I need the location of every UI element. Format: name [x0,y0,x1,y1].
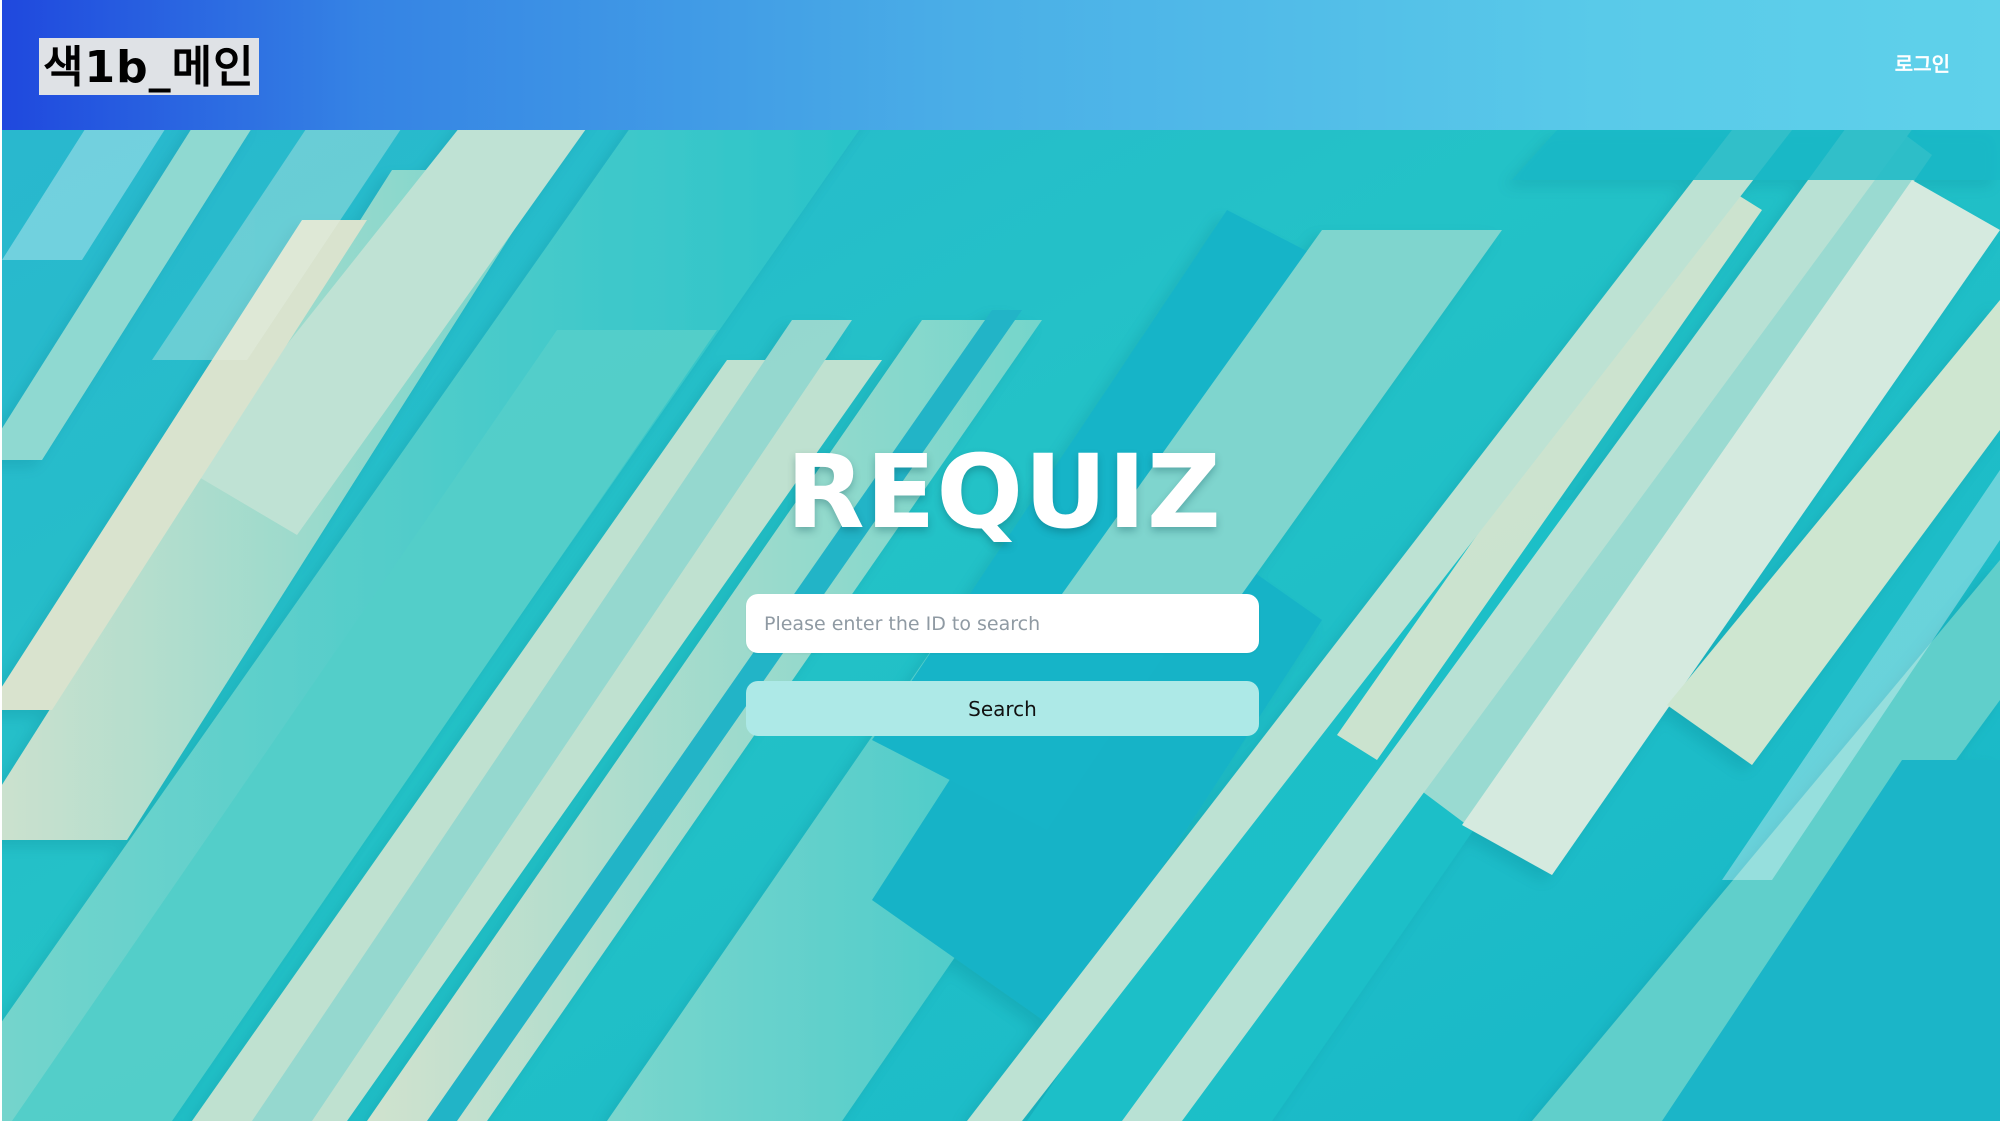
app-title: REQUIZ [786,433,1222,552]
id-search-input[interactable] [746,594,1259,653]
page-frame: 색1b_메인 로그인 REQUIZ Search [2,0,2000,1121]
login-link[interactable]: 로그인 [1895,48,1950,77]
top-header: 색1b_메인 로그인 [2,0,2000,130]
site-logo-text[interactable]: 색1b_메인 [39,38,259,95]
hero-section: REQUIZ Search [2,130,2000,1121]
page-right-edge [2000,0,2004,1121]
browser-viewport: 색1b_메인 로그인 REQUIZ Search [0,0,2004,1121]
id-search-form: Search [746,594,1259,744]
search-button[interactable]: Search [746,681,1259,736]
